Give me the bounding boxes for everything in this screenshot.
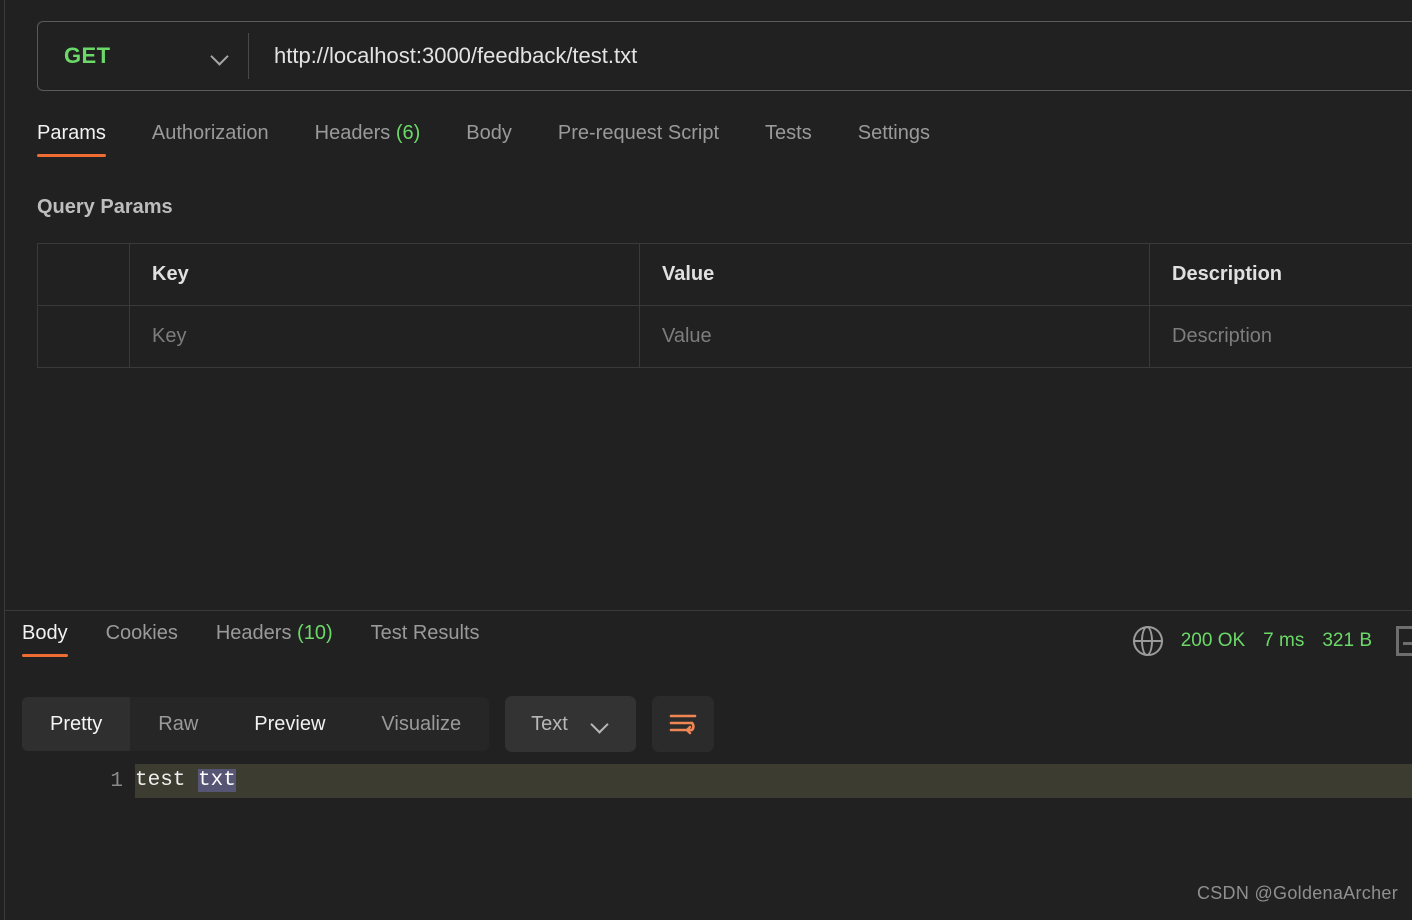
line-number: 1: [110, 769, 123, 793]
tab-headers-count: (6): [395, 122, 421, 144]
tab-authorization-label: Authorization: [151, 122, 269, 144]
globe-icon: [1132, 626, 1163, 656]
tab-tests-label: Tests: [765, 122, 812, 144]
pane-divider[interactable]: [4, 610, 1412, 611]
response-tab-headers-label: Headers: [215, 622, 292, 644]
response-body-code[interactable]: 1 test txt: [4, 764, 1412, 884]
response-time[interactable]: 7 ms: [1263, 630, 1304, 652]
column-header-description: Description: [1149, 243, 1412, 306]
view-mode-pretty[interactable]: Pretty: [22, 697, 131, 751]
response-size[interactable]: 321 B: [1322, 630, 1372, 652]
response-tab-test-results[interactable]: Test Results: [371, 622, 480, 657]
tab-headers-label: Headers: [314, 122, 391, 144]
view-mode-visualize[interactable]: Visualize: [353, 697, 489, 751]
chevron-down-icon: [210, 50, 230, 62]
status-code-badge[interactable]: 200 OK: [1181, 630, 1245, 652]
row-value-input[interactable]: Value: [639, 305, 1150, 368]
response-format-label: Text: [531, 712, 568, 735]
tab-settings[interactable]: Settings: [858, 122, 930, 157]
code-text-selected: txt: [198, 769, 236, 792]
request-url-input[interactable]: http://localhost:3000/feedback/test.txt: [249, 22, 1412, 90]
row-checkbox-cell[interactable]: [37, 305, 130, 368]
view-mode-raw[interactable]: Raw: [130, 697, 226, 751]
save-response-icon[interactable]: [1396, 626, 1412, 656]
response-format-select[interactable]: Text: [505, 696, 636, 752]
http-method-label: GET: [64, 43, 111, 68]
tab-pre-request-script-label: Pre-request Script: [557, 122, 720, 144]
response-tab-body-label: Body: [22, 622, 68, 644]
postman-window: GET http://localhost:3000/feedback/test.…: [0, 0, 1412, 920]
response-tab-cookies-label: Cookies: [105, 622, 178, 644]
word-wrap-button[interactable]: [651, 696, 714, 752]
table-header-row: Key Value Description: [37, 243, 1412, 306]
tab-tests[interactable]: Tests: [765, 122, 812, 157]
watermark: CSDN @GoldenaArcher: [1196, 883, 1398, 903]
tab-pre-request-script[interactable]: Pre-request Script: [558, 122, 719, 157]
request-tabs: Params Authorization Headers (6) Body Pr…: [37, 122, 930, 170]
tab-headers[interactable]: Headers (6): [315, 122, 421, 157]
tab-body[interactable]: Body: [466, 122, 512, 157]
row-description-input[interactable]: Description: [1149, 305, 1412, 368]
query-params-table: Key Value Description Key Value Descript…: [37, 243, 1412, 368]
tab-authorization[interactable]: Authorization: [152, 122, 269, 157]
view-mode-preview[interactable]: Preview: [226, 697, 353, 751]
response-status-bar: 200 OK 7 ms 321 B: [1132, 626, 1412, 656]
table-row: Key Value Description: [37, 305, 1412, 368]
request-url-bar: GET http://localhost:3000/feedback/test.…: [37, 21, 1412, 91]
response-view-mode-group: Pretty Raw Preview Visualize: [22, 697, 490, 751]
tab-params[interactable]: Params: [37, 122, 106, 157]
word-wrap-icon: [669, 714, 697, 735]
response-tab-cookies[interactable]: Cookies: [106, 622, 178, 657]
tab-settings-label: Settings: [857, 122, 930, 144]
response-tab-body[interactable]: Body: [22, 622, 68, 657]
tab-params-label: Params: [37, 122, 106, 144]
response-tabs: Body Cookies Headers (10) Test Results: [22, 622, 518, 670]
column-header-key: Key: [129, 243, 640, 306]
response-body-toolbar: Pretty Raw Preview Visualize Text: [22, 696, 714, 752]
chevron-down-icon: [590, 718, 610, 730]
query-params-title: Query Params: [37, 196, 173, 218]
response-tab-test-results-label: Test Results: [370, 622, 480, 644]
row-key-input[interactable]: Key: [129, 305, 640, 368]
http-method-select[interactable]: GET: [38, 22, 248, 90]
column-header-value: Value: [639, 243, 1150, 306]
response-tab-headers-count: (10): [297, 622, 333, 644]
column-header-checkbox: [37, 243, 130, 306]
code-text: test: [135, 769, 199, 792]
response-tab-headers[interactable]: Headers (10): [216, 622, 333, 657]
tab-body-label: Body: [466, 122, 512, 144]
code-line-content[interactable]: test txt: [135, 764, 1412, 798]
code-line: 1 test txt: [4, 764, 1412, 798]
